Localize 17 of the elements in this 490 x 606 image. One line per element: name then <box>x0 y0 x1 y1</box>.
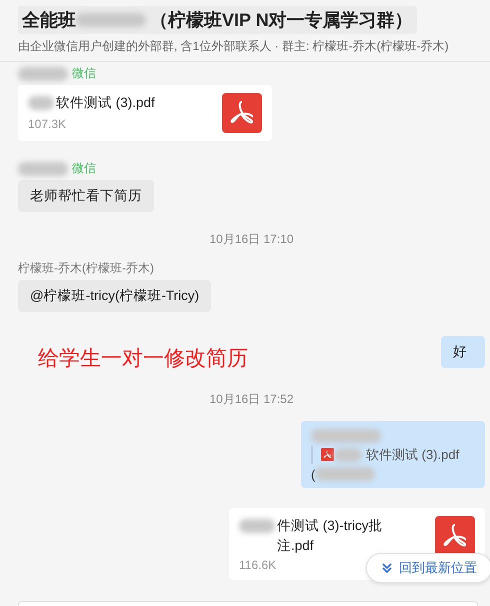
annotation-text: 给学生一对一修改简历 <box>38 346 248 372</box>
timestamp: 10月16日 17:10 <box>208 232 295 247</box>
timestamp: 10月16日 17:52 <box>208 392 295 407</box>
chat-subtitle: 由企业微信用户创建的外部群, 含1位外部联系人 · 群主: 柠檬班-乔木(柠檬班-乔木) <box>18 38 450 55</box>
message-bubble: @柠檬班-tricy(柠檬班-Tricy) <box>18 280 212 312</box>
message-bubble: 老师帮忙看下简历 <box>18 180 154 212</box>
sender-name: 柠檬班-乔木(柠檬班-乔木) <box>18 261 154 276</box>
file-name: 软件测试 (3).pdf <box>56 94 155 112</box>
quoted-file-name: 软件测试 (3).pdf <box>366 446 460 464</box>
reply-text: ( <box>311 466 316 482</box>
message-bubble: 好 <box>441 336 485 368</box>
chat-title: 全能班 （柠檬班VIP N对一专属学习群） <box>18 6 417 34</box>
file-size: 116.6K <box>239 558 276 572</box>
file-name: 件测试 (3)-tricy批注.pdf <box>277 516 384 555</box>
file-size: 107.3K <box>28 117 66 131</box>
wechat-tag: 微信 <box>72 161 96 176</box>
wechat-tag: 微信 <box>72 66 96 81</box>
